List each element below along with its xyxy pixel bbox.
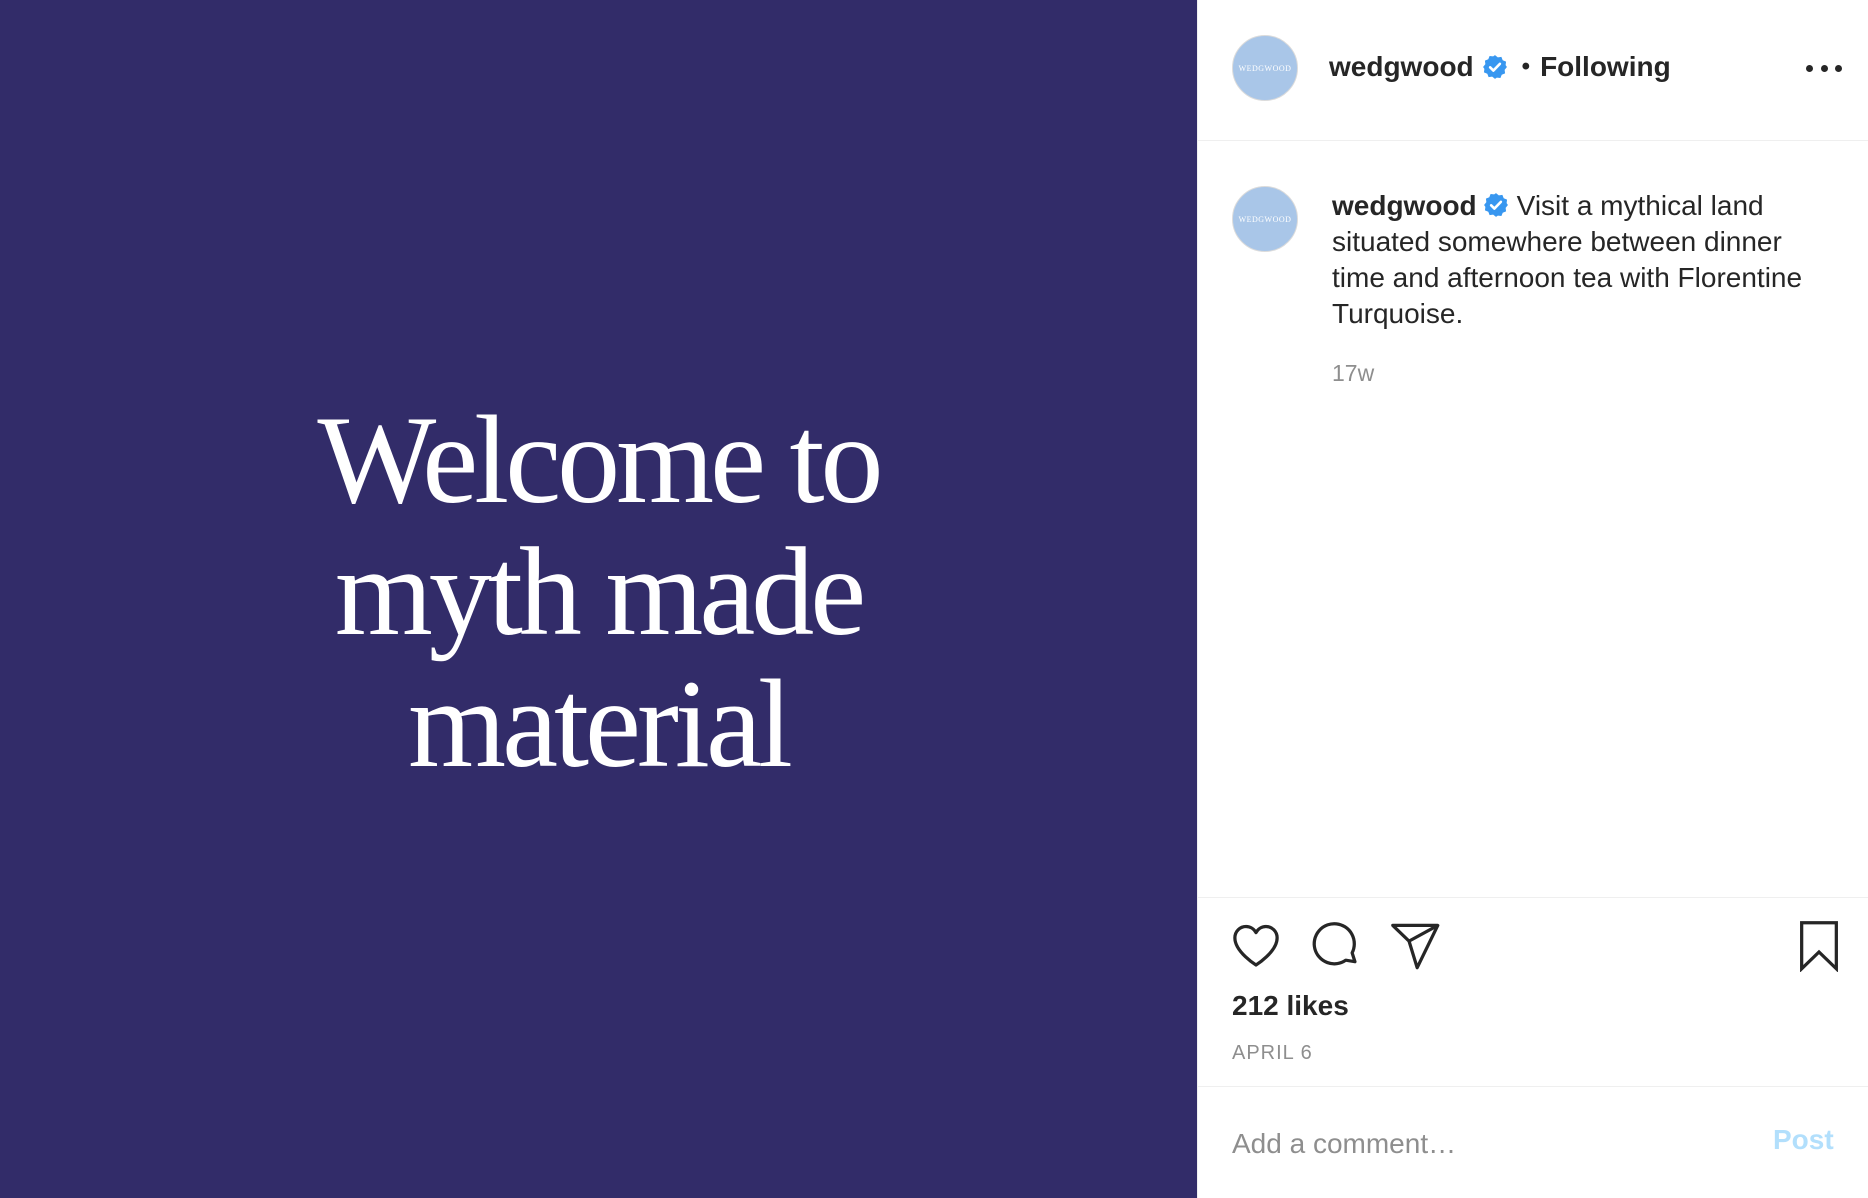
avatar-logo-text: WEDGWOOD [1238,63,1292,73]
heart-icon [1233,924,1279,967]
post-timestamp[interactable]: 17w [1332,360,1374,387]
headline-line: myth made [334,523,866,662]
comment-button[interactable] [1310,920,1362,972]
actions-divider [1198,897,1868,898]
post-caption: wedgwood Visit a mythical land situated … [1332,188,1832,332]
header-divider [1198,140,1868,141]
post-side-panel: WEDGWOOD wedgwood • Following WEDGWOOD w… [1197,0,1868,1198]
headline-line: Welcome to [317,391,883,530]
like-button[interactable] [1230,920,1282,972]
comment-divider [1198,1086,1868,1087]
caption-avatar[interactable]: WEDGWOOD [1232,186,1298,252]
comment-input[interactable] [1232,1120,1732,1168]
avatar-logo-text: WEDGWOOD [1238,214,1292,224]
following-button[interactable]: Following [1540,51,1671,83]
save-button[interactable] [1793,920,1845,973]
post-comment-button[interactable]: Post [1773,1124,1834,1156]
verified-badge-icon [1482,55,1507,79]
paper-plane-icon [1391,923,1440,970]
verified-badge-icon [1483,193,1508,217]
more-options-icon[interactable] [1806,56,1842,80]
bookmark-icon [1800,921,1838,973]
header-username-link[interactable]: wedgwood [1329,51,1474,83]
caption-username-link[interactable]: wedgwood [1332,190,1477,221]
separator-dot: • [1521,53,1531,80]
post-header: wedgwood • Following [1329,47,1671,87]
post-image-headline: Welcome to myth made material [0,395,1197,791]
share-button[interactable] [1389,920,1441,972]
comment-icon [1312,922,1357,966]
post-date: APRIL 6 [1232,1042,1313,1064]
header-avatar[interactable]: WEDGWOOD [1232,35,1298,101]
action-bar [1198,920,1868,980]
headline-line: material [408,655,793,794]
likes-count[interactable]: 212 likes [1232,990,1349,1022]
post-image[interactable]: Welcome to myth made material [0,0,1197,1198]
